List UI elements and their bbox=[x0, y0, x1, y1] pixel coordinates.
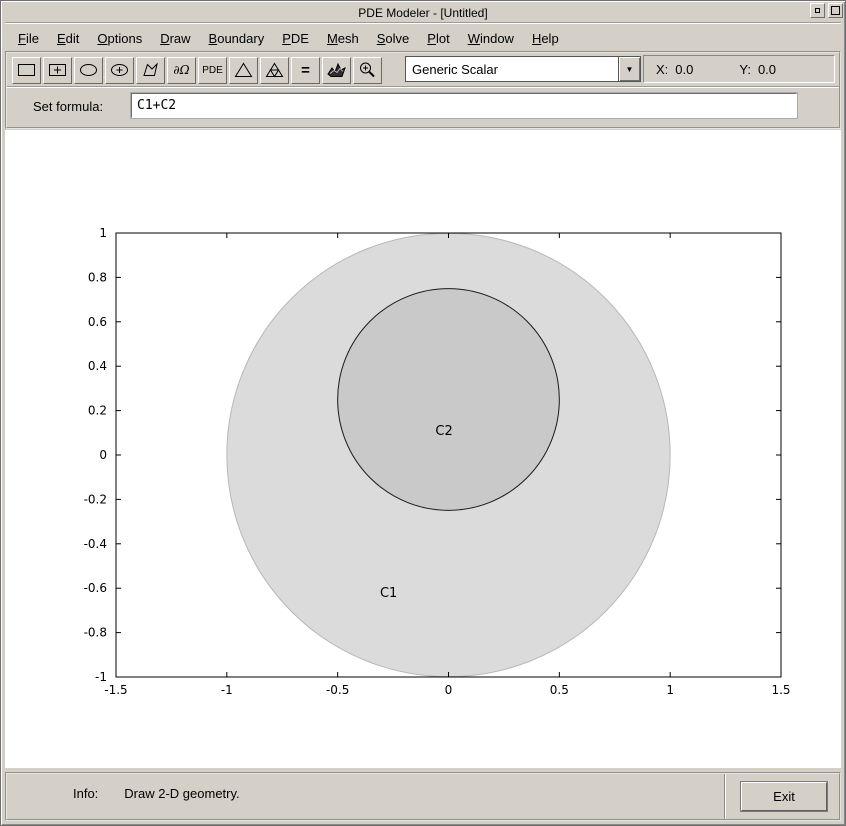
y-tick-label: 0 bbox=[99, 448, 107, 462]
x-tick-label: 0.5 bbox=[550, 683, 569, 697]
drawing-canvas[interactable]: -1.5 -1 -0.5 0 0.5 1 1.5 -1 -0.8 -0.6 -0.4 -0.2 0 0.2… bbox=[5, 130, 841, 768]
application-mode-dropdown[interactable]: Generic Scalar ▼ bbox=[405, 56, 641, 82]
draw-rectangle-center-button[interactable] bbox=[43, 56, 72, 84]
y-tick-label: 1 bbox=[99, 226, 107, 240]
zoom-icon bbox=[360, 62, 375, 78]
x-tick-label: -1.5 bbox=[104, 683, 127, 697]
status-separator bbox=[724, 774, 725, 819]
rectangle-icon bbox=[18, 64, 35, 76]
menu-window[interactable]: Window bbox=[459, 29, 523, 48]
refine-mesh-button[interactable] bbox=[260, 56, 289, 84]
maximize-icon bbox=[831, 6, 840, 15]
initialize-mesh-icon bbox=[234, 62, 253, 77]
dropdown-arrow-icon[interactable]: ▼ bbox=[618, 57, 640, 81]
window: PDE Modeler - [Untitled] File Edit Optio… bbox=[0, 0, 846, 826]
ellipse-center-icon bbox=[111, 64, 128, 76]
menu-boundary[interactable]: Boundary bbox=[200, 29, 274, 48]
cursor-coordinates: X: 0.0 Y: 0.0 bbox=[643, 55, 835, 83]
pde-mode-button[interactable]: PDE bbox=[198, 56, 227, 84]
menu-solve[interactable]: Solve bbox=[368, 29, 419, 48]
menu-plot[interactable]: Plot bbox=[418, 29, 458, 48]
coord-x-value: 0.0 bbox=[675, 61, 694, 77]
geometry-label-C2: C2 bbox=[435, 424, 452, 439]
x-tick-label: 1 bbox=[666, 683, 674, 697]
coord-y-value: 0.0 bbox=[757, 61, 777, 77]
window-title: PDE Modeler - [Untitled] bbox=[358, 6, 488, 20]
y-tick-label: 0.4 bbox=[88, 359, 107, 373]
solve-pde-button[interactable]: = bbox=[291, 56, 320, 84]
minimize-icon bbox=[815, 8, 820, 13]
draw-ellipse-center-button[interactable] bbox=[105, 56, 134, 84]
toolbar: ∂Ω PDE = bbox=[12, 56, 382, 84]
rectangle-center-icon bbox=[49, 64, 66, 76]
draw-ellipse-button[interactable] bbox=[74, 56, 103, 84]
x-tick-label: -1 bbox=[221, 683, 233, 697]
menu-file[interactable]: File bbox=[9, 29, 48, 48]
exit-button[interactable]: Exit bbox=[741, 782, 827, 811]
boundary-mode-button[interactable]: ∂Ω bbox=[167, 56, 196, 84]
pde-mode-label: PDE bbox=[202, 64, 223, 76]
polygon-icon bbox=[143, 62, 158, 76]
y-tick-label: 0.6 bbox=[88, 315, 107, 329]
menu-options[interactable]: Options bbox=[88, 29, 151, 48]
plot-solution-icon bbox=[327, 62, 346, 77]
y-tick-label: -0.2 bbox=[84, 492, 107, 506]
geometry-plot[interactable]: -1.5 -1 -0.5 0 0.5 1 1.5-1-0.8-0.6-0.4-0.200.2… bbox=[5, 130, 843, 770]
zoom-button[interactable] bbox=[353, 56, 382, 84]
toolbar-divider bbox=[7, 86, 839, 87]
title-bar[interactable]: PDE Modeler - [Untitled] bbox=[5, 4, 841, 23]
y-tick-label: 0.8 bbox=[88, 270, 107, 284]
y-tick-label: -0.8 bbox=[84, 626, 107, 640]
y-tick-label: -0.6 bbox=[84, 581, 107, 595]
x-tick-label: 1.5 bbox=[771, 683, 790, 697]
application-mode-value: Generic Scalar bbox=[412, 61, 498, 77]
status-info: Info: Draw 2-D geometry. bbox=[73, 786, 240, 801]
status-info-label: Info: bbox=[73, 786, 99, 801]
initialize-mesh-button[interactable] bbox=[229, 56, 258, 84]
geometry-C2[interactable] bbox=[337, 288, 560, 511]
ellipse-icon bbox=[80, 64, 97, 76]
x-tick-label: 0 bbox=[445, 683, 453, 697]
x-tick-label: -0.5 bbox=[326, 683, 349, 697]
solve-equals-label: = bbox=[301, 61, 310, 79]
menu-help[interactable]: Help bbox=[523, 29, 568, 48]
draw-rectangle-button[interactable] bbox=[12, 56, 41, 84]
plot-solution-button[interactable] bbox=[322, 56, 351, 84]
menu-bar: File Edit Options Draw Boundary PDE Mesh… bbox=[9, 27, 837, 49]
set-formula-input[interactable] bbox=[130, 92, 798, 119]
minimize-button[interactable] bbox=[810, 3, 825, 18]
boundary-mode-label: ∂Ω bbox=[173, 63, 190, 77]
menu-pde[interactable]: PDE bbox=[273, 29, 318, 48]
status-message: Draw 2-D geometry. bbox=[124, 786, 240, 801]
y-tick-label: -0.4 bbox=[84, 537, 107, 551]
menu-draw[interactable]: Draw bbox=[151, 29, 199, 48]
coord-x-label: X: bbox=[656, 61, 669, 77]
set-formula-label: Set formula: bbox=[33, 99, 104, 114]
refine-mesh-icon bbox=[265, 62, 284, 78]
y-tick-label: -1 bbox=[95, 670, 107, 684]
window-controls bbox=[810, 3, 843, 18]
status-bar: Info: Draw 2-D geometry. Exit bbox=[5, 772, 841, 821]
y-tick-label: 0.2 bbox=[88, 404, 107, 418]
toolbar-panel: ∂Ω PDE = Generic Scalar ▼ X: 0.0 Y: 0.0 … bbox=[5, 51, 841, 129]
coord-y-label: Y: bbox=[739, 61, 751, 77]
menu-mesh[interactable]: Mesh bbox=[318, 29, 368, 48]
draw-polygon-button[interactable] bbox=[136, 56, 165, 84]
menu-edit[interactable]: Edit bbox=[48, 29, 88, 48]
maximize-button[interactable] bbox=[828, 3, 843, 18]
geometry-label-C1: C1 bbox=[380, 586, 397, 601]
